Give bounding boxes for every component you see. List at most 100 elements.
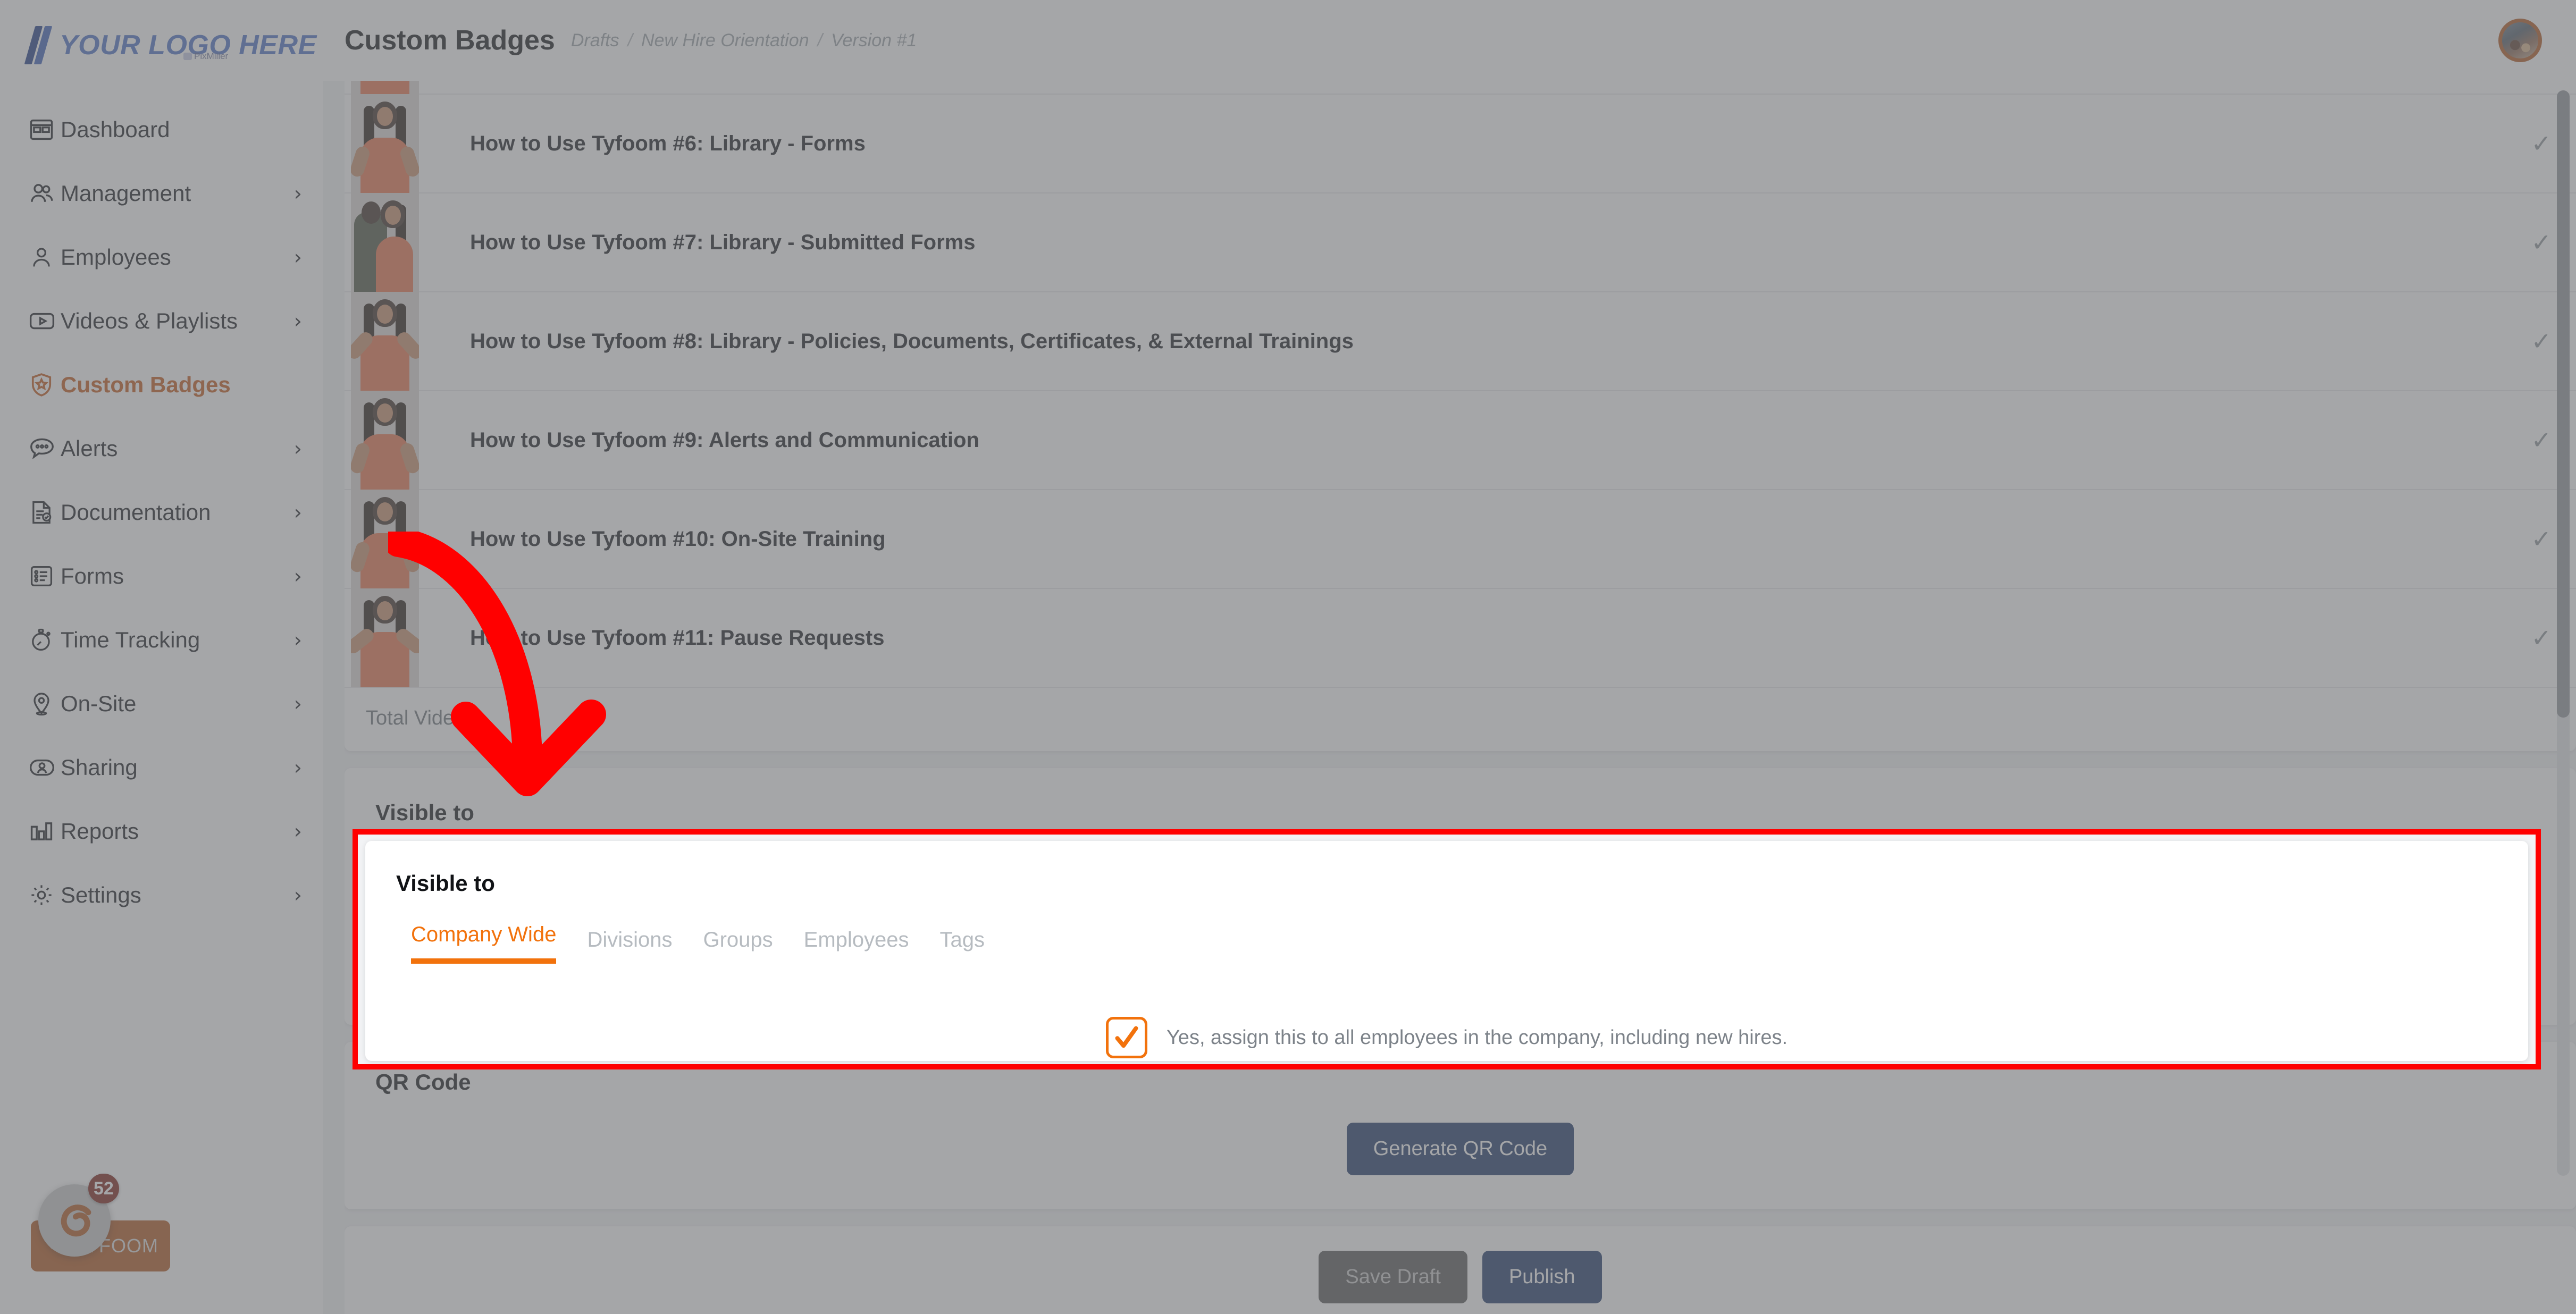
pixmiller-watermark: PixMiller	[183, 51, 228, 62]
publish-button[interactable]: Publish	[1482, 1251, 1602, 1303]
sidebar-item-settings[interactable]: Settings ›	[0, 863, 323, 927]
sidebar-item-alerts[interactable]: Alerts ›	[0, 417, 323, 481]
sidebar-item-label: On-Site	[61, 691, 137, 716]
brand-logo[interactable]: YOUR LOGO HERE PixMiller	[0, 0, 323, 90]
tab-groups[interactable]: Groups	[703, 928, 773, 964]
table-row[interactable]: How to Use Tyfoom #11: Pause Requests ✓	[345, 588, 2576, 688]
visible-to-card-highlighted: Visible to Company Wide Divisions Groups…	[365, 841, 2528, 1061]
sidebar-item-reports[interactable]: Reports ›	[0, 799, 323, 863]
table-row[interactable]: How to Use Tyfoom #9: Alerts and Communi…	[345, 391, 2576, 490]
tab-employees[interactable]: Employees	[804, 928, 909, 964]
table-row[interactable]: How to Use Tyfoom #8: Library - Policies…	[345, 292, 2576, 391]
notification-count-badge: 52	[88, 1174, 119, 1203]
video-icon	[28, 307, 61, 335]
visible-to-title: Visible to	[375, 800, 474, 825]
visible-to-tabs-highlighted: Company Wide Divisions Groups Employees …	[396, 923, 2497, 964]
sidebar-nav: Dashboard Management › Employees › Video…	[0, 98, 323, 927]
chevron-right-icon: ›	[293, 692, 302, 715]
video-thumbnail	[351, 588, 419, 687]
sidebar-item-time-tracking[interactable]: Time Tracking ›	[0, 608, 323, 672]
map-pin-icon	[28, 690, 61, 718]
company-wide-panel-highlighted: Yes, assign this to all employees in the…	[396, 1017, 2497, 1058]
check-icon: ✓	[2531, 426, 2552, 454]
users-icon	[28, 179, 61, 208]
video-thumbnail	[351, 81, 419, 94]
tab-divisions[interactable]: Divisions	[587, 928, 672, 964]
sidebar-item-label: Employees	[61, 245, 171, 269]
table-row[interactable]: How to Use Tyfoom #5: Library - Videos &…	[345, 81, 2576, 95]
logo-mark-icon	[24, 26, 53, 64]
video-thumbnail	[351, 193, 419, 292]
dashboard-icon	[28, 116, 61, 144]
breadcrumb-separator: /	[817, 30, 823, 50]
document-check-icon	[28, 499, 61, 526]
sidebar-item-label: Reports	[61, 819, 139, 844]
video-title: How to Use Tyfoom #11: Pause Requests	[470, 626, 885, 650]
main-pane: Custom Badges Drafts / New Hire Orientat…	[323, 0, 2576, 1314]
user-avatar[interactable]	[2498, 19, 2542, 62]
sidebar-item-on-site[interactable]: On-Site ›	[0, 672, 323, 736]
check-icon: ✓	[2531, 624, 2552, 652]
breadcrumb-item-drafts[interactable]: Drafts	[571, 30, 619, 51]
page-title: Custom Badges	[345, 25, 555, 56]
sidebar-item-label: Forms	[61, 563, 124, 588]
sidebar-item-label: Documentation	[61, 500, 211, 525]
breadcrumb-item-version[interactable]: Version #1	[831, 30, 917, 51]
qr-code-title: QR Code	[375, 1069, 471, 1094]
chevron-right-icon: ›	[293, 628, 302, 652]
chevron-right-icon: ›	[293, 501, 302, 524]
video-title: How to Use Tyfoom #7: Library - Submitte…	[470, 230, 976, 254]
tab-company-wide[interactable]: Company Wide	[411, 923, 557, 964]
table-row[interactable]: How to Use Tyfoom #6: Library - Forms ✓	[345, 94, 2576, 193]
gear-icon	[28, 881, 61, 909]
sidebar-item-sharing[interactable]: Sharing ›	[0, 736, 323, 799]
sidebar-item-label: Management	[61, 181, 191, 206]
chevron-right-icon: ›	[293, 820, 302, 843]
check-icon: ✓	[2531, 129, 2552, 158]
save-draft-button[interactable]: Save Draft	[1319, 1251, 1467, 1303]
sidebar-item-management[interactable]: Management ›	[0, 162, 323, 225]
application-window: YOUR LOGO HERE PixMiller Dashboard Manag…	[0, 0, 2576, 1314]
chevron-right-icon: ›	[293, 565, 302, 588]
chat-bubble-icon	[28, 434, 61, 463]
assign-all-label: Yes, assign this to all employees in the…	[1166, 1026, 1788, 1049]
sidebar-item-dashboard[interactable]: Dashboard	[0, 98, 323, 162]
sidebar-item-label: Time Tracking	[61, 627, 200, 652]
top-bar: Custom Badges Drafts / New Hire Orientat…	[323, 0, 2576, 81]
breadcrumb-item-new-hire-orientation[interactable]: New Hire Orientation	[641, 30, 809, 51]
video-title: How to Use Tyfoom #9: Alerts and Communi…	[470, 428, 979, 452]
sidebar-item-custom-badges[interactable]: Custom Badges	[0, 353, 323, 417]
check-icon: ✓	[2531, 228, 2552, 257]
sidebar-item-documentation[interactable]: Documentation ›	[0, 481, 323, 544]
user-icon	[28, 243, 61, 271]
scrollbar-thumb[interactable]	[2557, 90, 2570, 718]
chevron-right-icon: ›	[293, 182, 302, 205]
form-actions-card: Save Draft Publish	[345, 1226, 2576, 1314]
total-videos-label: Total Videos:	[366, 707, 481, 729]
sidebar-item-videos-playlists[interactable]: Videos & Playlists ›	[0, 289, 323, 353]
share-user-icon	[28, 753, 61, 782]
table-row[interactable]: How to Use Tyfoom #7: Library - Submitte…	[345, 193, 2576, 292]
scroll-content: How to Use Tyfoom #5: Library - Videos &…	[345, 81, 2576, 1314]
tab-tags[interactable]: Tags	[940, 928, 985, 964]
pixmiller-icon	[183, 53, 192, 60]
generate-qr-code-button[interactable]: Generate QR Code	[1346, 1123, 1574, 1175]
table-row[interactable]: How to Use Tyfoom #10: On-Site Training …	[345, 490, 2576, 589]
pixmiller-label: PixMiller	[194, 51, 229, 61]
sidebar-item-forms[interactable]: Forms ›	[0, 544, 323, 608]
chevron-right-icon: ›	[293, 883, 302, 907]
vertical-scrollbar[interactable]	[2557, 90, 2570, 1176]
sidebar-item-employees[interactable]: Employees ›	[0, 225, 323, 289]
sidebar-item-label: Custom Badges	[61, 372, 231, 397]
video-thumbnail	[351, 391, 419, 490]
highlight-box: Visible to Company Wide Divisions Groups…	[353, 829, 2541, 1069]
sidebar-item-label: Dashboard	[61, 117, 170, 142]
video-title: How to Use Tyfoom #8: Library - Policies…	[470, 329, 1354, 353]
shield-star-icon	[28, 371, 61, 399]
sidebar-item-label: Settings	[61, 882, 141, 907]
stopwatch-icon	[28, 626, 61, 654]
check-icon: ✓	[2531, 525, 2552, 553]
video-title: How to Use Tyfoom #10: On-Site Training	[470, 527, 886, 551]
assign-all-checkbox[interactable]	[1105, 1017, 1147, 1058]
chevron-right-icon: ›	[293, 246, 302, 269]
